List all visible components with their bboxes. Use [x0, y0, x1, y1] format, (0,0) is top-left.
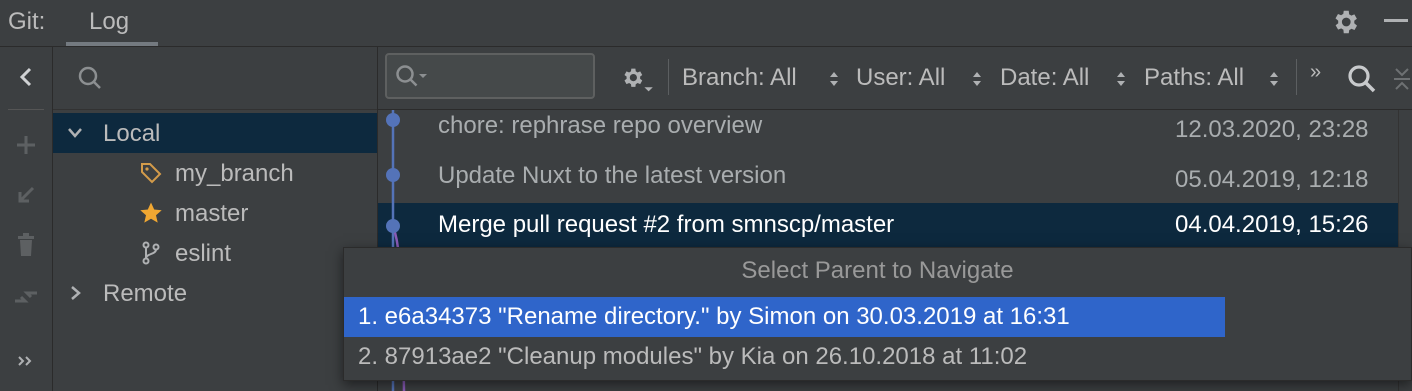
left-toolbar [0, 47, 53, 391]
settings-gear-icon[interactable] [1330, 7, 1360, 37]
tree-node-local[interactable]: Local [53, 113, 377, 153]
toolbar-separator [1296, 59, 1297, 95]
search-icon [77, 65, 103, 91]
updown-arrows-icon [1270, 72, 1278, 86]
commit-message: chore: rephrase repo overview [438, 112, 763, 139]
search-dropdown-icon[interactable] [395, 64, 431, 90]
filter-paths[interactable]: Paths: All [1144, 64, 1244, 92]
branch-icon [142, 241, 160, 265]
more-filters-button[interactable]: » [1310, 61, 1321, 84]
filter-branch[interactable]: Branch: All [682, 64, 797, 92]
collapse-expand-icon[interactable] [1392, 63, 1412, 95]
tree-label: master [175, 200, 249, 227]
view-options-gear-icon[interactable] [618, 64, 654, 96]
search-icon[interactable] [1346, 63, 1378, 95]
graph-commit-node [386, 113, 400, 127]
updown-arrows-icon [830, 72, 838, 86]
commit-message: Update Nuxt to the latest version [438, 162, 787, 189]
commit-row-selected[interactable]: Merge pull request #2 from smnscp/master… [378, 203, 1412, 249]
compare-icon[interactable] [8, 279, 44, 315]
minimize-icon[interactable] [1384, 19, 1408, 22]
tree-node-remote[interactable]: Remote [53, 273, 377, 313]
delete-icon[interactable] [8, 227, 44, 263]
more-actions-icon[interactable] [8, 343, 44, 379]
checkout-arrow-icon[interactable] [8, 177, 44, 213]
collapse-panel-icon[interactable] [8, 59, 44, 95]
commit-date: 05.04.2019, 12:18 [1175, 166, 1369, 193]
graph-commit-node [386, 168, 400, 182]
tool-window-header: Git: Log [0, 0, 1412, 47]
tag-icon [141, 163, 162, 184]
star-icon [140, 202, 162, 223]
toolbar-separator [668, 59, 669, 95]
commit-date: 04.04.2019, 15:26 [1175, 211, 1369, 238]
tab-log[interactable]: Log [66, 0, 158, 46]
tree-item-my-branch[interactable]: my_branch [53, 153, 377, 193]
tree-item-master[interactable]: master [53, 193, 377, 233]
tree-item-eslint[interactable]: eslint [53, 233, 377, 273]
updown-arrows-icon [973, 72, 981, 86]
commit-message: Merge pull request #2 from smnscp/master [438, 211, 895, 238]
updown-arrows-icon [1117, 72, 1125, 86]
tree-label-local: Local [103, 120, 161, 147]
tree-label: my_branch [175, 160, 294, 187]
branch-search[interactable] [53, 47, 377, 110]
tree-label: eslint [175, 240, 232, 267]
toolbar-divider [8, 109, 44, 110]
tab-active-indicator [66, 42, 158, 46]
log-search-field[interactable] [385, 53, 595, 99]
chevron-down-icon[interactable] [65, 123, 85, 143]
add-icon[interactable] [8, 127, 44, 163]
graph-commit-node [386, 219, 400, 233]
filter-user[interactable]: User: All [856, 64, 945, 92]
popup-item-selected[interactable]: 1. e6a34373 "Rename directory." by Simon… [344, 297, 1225, 337]
branch-search-input[interactable] [111, 61, 365, 95]
filter-date[interactable]: Date: All [1000, 64, 1089, 92]
popup-title: Select Parent to Navigate [741, 257, 1014, 284]
tool-window-title: Git: [8, 8, 46, 35]
chevron-right-icon[interactable] [65, 283, 85, 303]
popup-item[interactable]: 2. 87913ae2 "Cleanup modules" by Kia on … [344, 337, 1225, 377]
commit-row[interactable]: chore: rephrase repo overview 12.03.2020… [378, 110, 1412, 156]
tree-label-remote: Remote [103, 280, 188, 307]
log-filter-bar: Branch: All User: All Date: All Paths: A… [378, 47, 1412, 110]
branches-panel: Local my_branch master eslint Remote [53, 47, 378, 391]
commit-date: 12.03.2020, 23:28 [1175, 116, 1369, 143]
tab-log-label: Log [89, 8, 130, 35]
select-parent-popup: Select Parent to Navigate 1. e6a34373 "R… [343, 247, 1412, 381]
log-search-input[interactable] [437, 61, 591, 93]
commit-row[interactable]: Update Nuxt to the latest version 05.04.… [378, 156, 1412, 202]
